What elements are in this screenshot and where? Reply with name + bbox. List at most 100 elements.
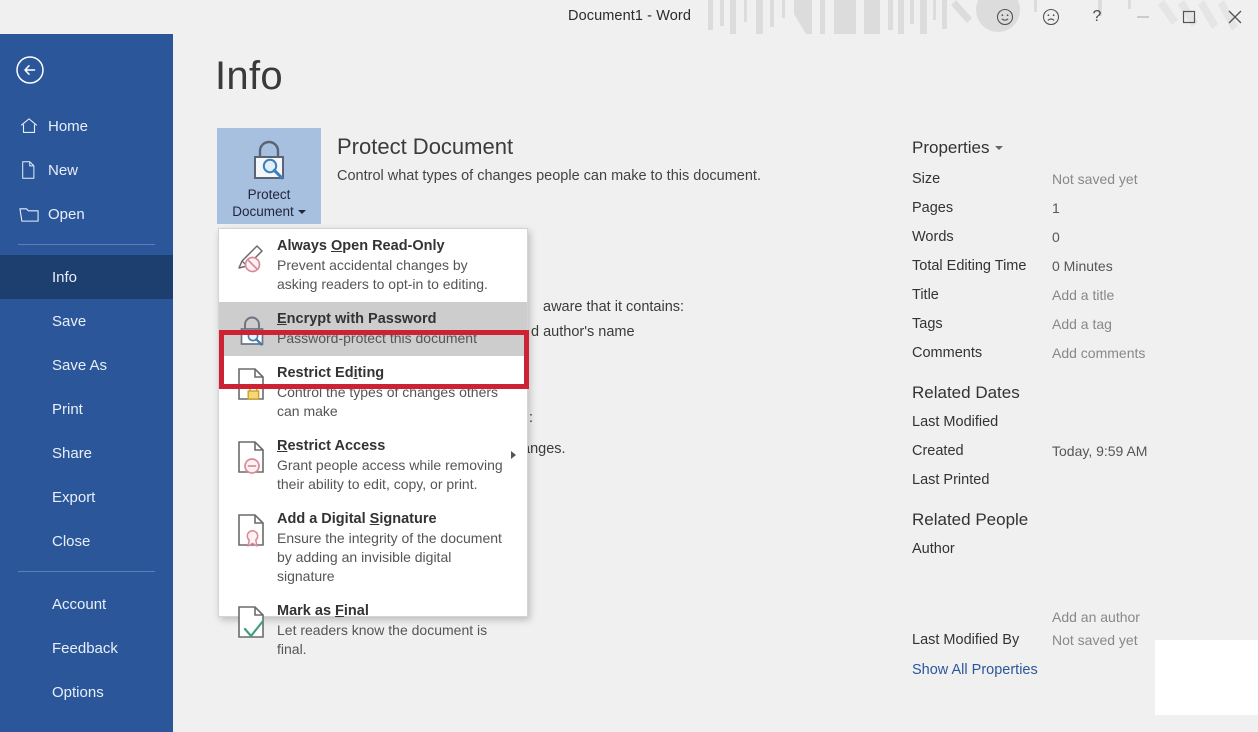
sidebar-item-close[interactable]: Close (0, 519, 173, 563)
related-people-heading: Related People (912, 510, 1029, 529)
properties-rows: Size Not saved yet Pages 1 Words 0 Total… (912, 164, 1258, 367)
property-key: Words (912, 228, 954, 245)
menu-item-title: Restrict Access (277, 438, 386, 454)
property-key: Size (912, 170, 941, 187)
author-row[interactable]: Author (912, 534, 1258, 563)
sidebar-item-info[interactable]: Info (0, 255, 173, 299)
related-dates-rows: Last Modified Created Today, 9:59 AM Las… (912, 407, 1258, 494)
related-date-value: Today, 9:59 AM (1052, 442, 1148, 459)
sidebar-item-label: Print (52, 400, 83, 418)
sidebar-nav: Home New Open Info Save Save As Print Share Expo… (0, 104, 173, 714)
sidebar-item-label: Feedback (52, 639, 118, 657)
menu-item-restrict-editing[interactable]: Restrict Editing Control the types of ch… (219, 356, 527, 429)
related-date-row-last-printed[interactable]: Last Printed (912, 465, 1258, 494)
add-author-value: Add an author (1052, 609, 1140, 625)
protect-document-dropdown-menu: Always Open Read-Only Prevent accidental… (218, 228, 529, 657)
related-person-value: Not saved yet (1052, 631, 1138, 648)
document-signature-icon (238, 514, 264, 547)
sidebar-item-label: Close (52, 532, 91, 550)
related-person-key: Last Modified By (912, 631, 1020, 648)
feedback-frown-icon[interactable] (1028, 0, 1074, 34)
related-date-row-created[interactable]: Created Today, 9:59 AM (912, 436, 1258, 465)
protect-document-button[interactable]: Protect Document (217, 128, 321, 224)
properties-panel: Properties Size Not saved yet Pages 1 Wo… (912, 138, 1258, 678)
menu-item-description: Grant people access while removing their… (277, 457, 503, 492)
properties-heading[interactable]: Properties (912, 138, 1258, 158)
close-icon[interactable] (1212, 0, 1258, 34)
property-row-words[interactable]: Words 0 (912, 222, 1258, 251)
protect-document-heading: Protect Document (337, 134, 514, 159)
menu-item-mark-as-final[interactable]: Mark as Final Let readers know the docum… (219, 594, 527, 667)
sidebar-item-account[interactable]: Account (0, 582, 173, 626)
sidebar-item-new[interactable]: New (0, 148, 173, 192)
property-value: Add a tag (1052, 315, 1112, 332)
menu-item-always-open-read-only[interactable]: Always Open Read-Only Prevent accidental… (219, 229, 527, 302)
chevron-down-icon (995, 146, 1004, 150)
document-check-icon (229, 602, 275, 659)
author-key: Author (912, 540, 955, 557)
property-value: Not saved yet (1052, 170, 1138, 187)
sidebar-item-home[interactable]: Home (0, 104, 173, 148)
property-value: Add a title (1052, 286, 1115, 303)
document-restricted-icon (229, 437, 275, 494)
sidebar-item-share[interactable]: Share (0, 431, 173, 475)
menu-item-title: Restrict Editing (277, 365, 385, 381)
feedback-smile-icon[interactable] (982, 0, 1028, 34)
menu-item-description: Ensure the integrity of the document by … (277, 530, 502, 584)
sidebar-item-save[interactable]: Save (0, 299, 173, 343)
menu-item-title: Add a Digital Signature (277, 511, 437, 527)
menu-item-encrypt-with-password[interactable]: Encrypt with Password Password-protect t… (219, 302, 527, 356)
document-lock-icon (238, 368, 264, 400)
property-value: 0 Minutes (1052, 257, 1113, 274)
page-icon (22, 161, 35, 179)
sidebar-separator-top (18, 244, 155, 245)
related-dates-heading: Related Dates (912, 383, 1020, 402)
maximize-icon[interactable] (1166, 0, 1212, 34)
document-restricted-icon (238, 441, 264, 474)
protect-document-description: Control what types of changes people can… (337, 168, 761, 184)
property-row-comments[interactable]: Comments Add comments (912, 338, 1258, 367)
info-main-pane: Info Protect Document Protect Document C… (173, 34, 1258, 732)
property-key: Comments (912, 344, 983, 361)
sidebar-item-export[interactable]: Export (0, 475, 173, 519)
property-row-pages[interactable]: Pages 1 (912, 193, 1258, 222)
lock-magnifier-icon (240, 316, 264, 346)
title-bar: Document1 - Word ? (0, 0, 1258, 34)
lock-magnifier-icon (229, 310, 275, 348)
protect-document-button-label: Protect Document (232, 186, 306, 220)
property-key: Tags (912, 315, 943, 332)
pencil-blocked-icon (229, 237, 275, 294)
menu-item-add-a-digital-signature[interactable]: Add a Digital Signature Ensure the integ… (219, 502, 527, 594)
sidebar-item-open[interactable]: Open (0, 192, 173, 236)
minimize-icon[interactable] (1120, 0, 1166, 34)
menu-item-description: Prevent accidental changes by asking rea… (277, 257, 488, 292)
related-date-key: Last Printed (912, 471, 990, 488)
sidebar-item-print[interactable]: Print (0, 387, 173, 431)
property-row-tags[interactable]: Tags Add a tag (912, 309, 1258, 338)
property-row-title[interactable]: Title Add a title (912, 280, 1258, 309)
sidebar-item-label: Options (52, 683, 104, 701)
properties-heading-label: Properties (912, 138, 990, 157)
add-author-row[interactable]: Add an author (912, 563, 1258, 625)
sidebar-item-label: New (48, 161, 79, 179)
menu-item-description: Control the types of changes others can … (277, 384, 499, 419)
back-arrow-icon[interactable] (14, 54, 46, 86)
white-overlay-box (1155, 640, 1258, 715)
sidebar-item-label: Save (52, 312, 87, 330)
menu-item-title: Always Open Read-Only (277, 238, 445, 254)
pencil-blocked-icon (238, 245, 263, 273)
sidebar-item-label: Open (48, 205, 85, 223)
sidebar-item-save-as[interactable]: Save As (0, 343, 173, 387)
sidebar-item-options[interactable]: Options (0, 670, 173, 714)
protect-btn-line1: Protect (247, 187, 291, 202)
related-date-row-last-modified[interactable]: Last Modified (912, 407, 1258, 436)
property-key: Total Editing Time (912, 257, 1027, 274)
window-controls: ? (982, 0, 1258, 34)
window-title: Document1 - Word (568, 8, 692, 24)
property-row-size[interactable]: Size Not saved yet (912, 164, 1258, 193)
sidebar-item-feedback[interactable]: Feedback (0, 626, 173, 670)
property-row-total-editing-time[interactable]: Total Editing Time 0 Minutes (912, 251, 1258, 280)
menu-item-restrict-access[interactable]: Restrict Access Grant people access whil… (219, 429, 527, 502)
help-icon[interactable]: ? (1074, 0, 1120, 34)
property-value: 0 (1052, 228, 1060, 245)
